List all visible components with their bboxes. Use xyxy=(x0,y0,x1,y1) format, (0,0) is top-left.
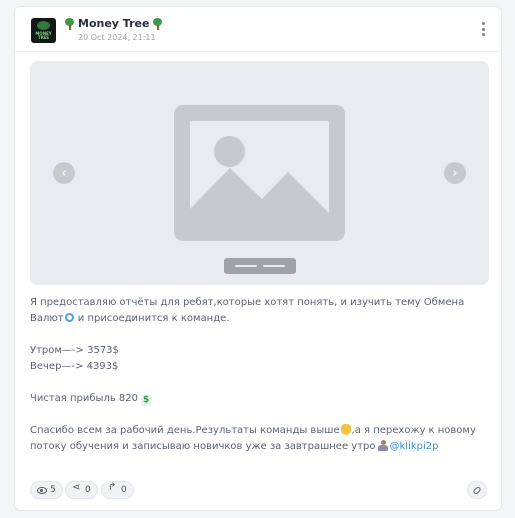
mention-link[interactable]: @klikpi2p xyxy=(390,441,439,452)
carousel-prev-button[interactable]: ‹ xyxy=(53,162,75,184)
message-evening: Вечер—-> 4393$ xyxy=(30,361,119,372)
placeholder-mountains xyxy=(190,168,329,225)
message-morning: Утром—-> 3573$ xyxy=(30,345,119,356)
forward-icon xyxy=(108,482,118,495)
views-count: 5 xyxy=(50,485,56,495)
post-footer: 5 0 0 xyxy=(30,481,487,501)
chevron-left-icon: ‹ xyxy=(61,165,67,181)
copy-link-button[interactable] xyxy=(467,481,487,499)
channel-name[interactable]: Money Tree xyxy=(64,17,163,30)
forwards-count: 0 xyxy=(121,485,127,495)
message-profit: Чистая прибыль 820 $ xyxy=(30,393,152,406)
carousel-indicator[interactable] xyxy=(224,258,296,274)
tree-emoji-icon xyxy=(152,17,163,30)
person-emoji-icon xyxy=(377,440,388,451)
dollar-emoji-icon: $ xyxy=(141,395,152,406)
link-icon xyxy=(472,485,482,495)
post-date: 20 Oct 2024, 21:11 xyxy=(78,33,156,42)
header-divider xyxy=(15,51,501,52)
avatar[interactable]: MONEY TREE xyxy=(31,18,56,43)
post-header: MONEY TREE Money Tree 20 Oct 2024, 21:11 xyxy=(29,17,487,47)
post-card: MONEY TREE Money Tree 20 Oct 2024, 21:11… xyxy=(14,6,502,511)
tree-logo-icon xyxy=(37,21,50,30)
post-message: Я предоставляю отчёты для ребят,которые … xyxy=(30,295,490,455)
more-options-icon[interactable] xyxy=(479,22,487,36)
share-icon xyxy=(72,482,82,495)
media-carousel[interactable]: ‹ › xyxy=(30,61,489,285)
views-counter[interactable]: 5 xyxy=(30,481,63,499)
exchange-emoji-icon xyxy=(64,313,74,322)
pointing-hand-emoji-icon xyxy=(340,424,351,435)
shares-counter[interactable]: 0 xyxy=(65,481,98,499)
carousel-next-button[interactable]: › xyxy=(444,162,466,184)
avatar-logo-text: MONEY TREE xyxy=(35,31,52,40)
forwards-counter[interactable]: 0 xyxy=(101,481,134,499)
chevron-right-icon: › xyxy=(452,165,458,181)
image-placeholder-icon xyxy=(174,105,345,241)
channel-name-label: Money Tree xyxy=(78,17,150,30)
eye-icon xyxy=(37,485,47,495)
message-paragraph-intro: Я предоставляю отчёты для ребят,которые … xyxy=(30,297,465,324)
shares-count: 0 xyxy=(85,485,91,495)
tree-emoji-icon xyxy=(64,17,75,30)
message-thanks: Спасибо всем за рабочий день.Результаты … xyxy=(30,424,476,452)
